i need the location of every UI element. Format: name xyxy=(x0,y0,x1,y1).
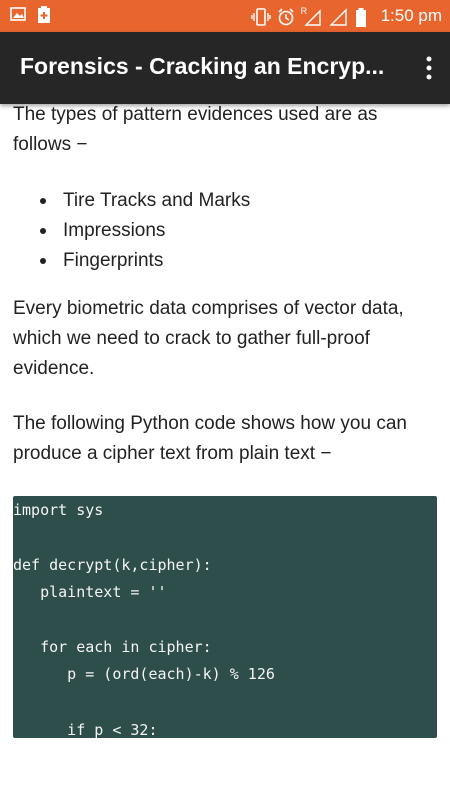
page-title: Forensics - Cracking an Encryp... xyxy=(20,53,385,79)
status-bar: R 1:50 pm xyxy=(0,0,450,32)
list-item: Fingerprints xyxy=(13,246,438,276)
code-line: for each in cipher: xyxy=(13,638,212,656)
app-bar: Forensics - Cracking an Encryp... xyxy=(0,32,450,104)
code-line: p = (ord(each)-k) % 126 xyxy=(13,665,275,683)
evidence-list: Tire Tracks and Marks Impressions Finger… xyxy=(13,186,438,276)
battery-saver-icon xyxy=(36,6,52,23)
image-icon xyxy=(10,6,26,22)
intro-paragraph: The types of pattern evidences used are … xyxy=(13,104,378,155)
wifi-icon: R xyxy=(300,6,321,26)
list-item: Tire Tracks and Marks xyxy=(13,186,438,216)
status-time: 1:50 pm xyxy=(380,6,442,25)
vibrate-icon xyxy=(250,8,271,26)
python-intro-paragraph: The following Python code shows how you … xyxy=(13,413,407,464)
alarm-icon xyxy=(277,8,294,26)
biometric-paragraph: Every biometric data comprises of vector… xyxy=(13,298,404,379)
code-line: import sys xyxy=(13,501,104,519)
roaming-label: R xyxy=(300,6,308,16)
battery-icon xyxy=(355,8,371,27)
article-content[interactable]: The types of pattern evidences used are … xyxy=(0,104,450,800)
more-vert-icon[interactable] xyxy=(422,54,436,82)
code-line: def decrypt(k,cipher): xyxy=(13,556,212,574)
code-line: if p < 32: xyxy=(13,721,158,738)
code-block[interactable]: import sys def decrypt(k,cipher): plaint… xyxy=(13,496,437,738)
code-line: plaintext = '' xyxy=(13,583,167,601)
signal-icon xyxy=(328,8,347,26)
list-item: Impressions xyxy=(13,216,438,246)
